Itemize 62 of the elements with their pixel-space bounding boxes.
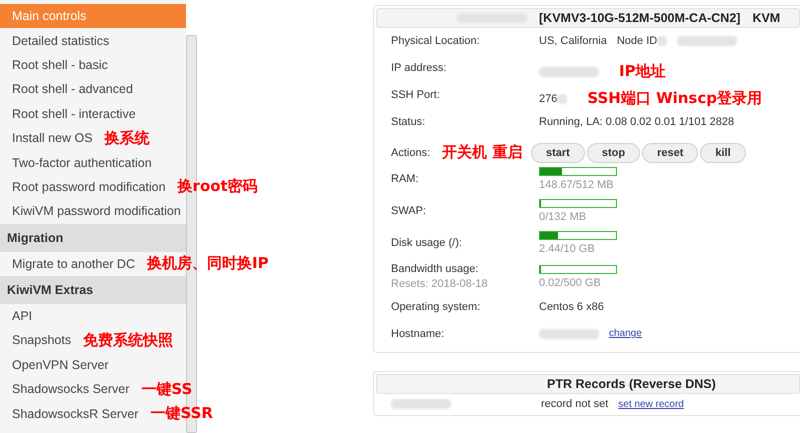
sidebar-heading: Migration (0, 224, 186, 252)
action-button[interactable]: start (531, 143, 585, 163)
action-button[interactable]: kill (700, 143, 746, 163)
field-label: Operating system: (391, 301, 480, 313)
field-value: US, California (539, 35, 607, 47)
field-label: Disk usage (/): (391, 237, 462, 249)
usage-reading: 0/132 MB (539, 211, 588, 223)
panel-title: PTR Records (Reverse DNS) (547, 377, 716, 391)
field-label: Bandwidth usage: (391, 263, 478, 275)
field-value: Node ID (616, 35, 658, 47)
annotation-text: 换系统 (104, 128, 150, 148)
sidebar-heading: KiwiVM Extras (0, 276, 186, 304)
usage-reading: 148.67/512 MB (539, 179, 615, 191)
sidebar-item[interactable]: Root shell - advanced (12, 82, 133, 96)
field-value: 276 (539, 92, 558, 104)
field-label: SWAP: (391, 205, 426, 217)
field-label: Status: (391, 116, 426, 128)
action-button[interactable]: reset (642, 143, 698, 163)
sidebar-item[interactable]: ShadowsocksR Server (12, 406, 138, 421)
annotation-text: 一键SSR (150, 404, 213, 424)
sidebar-item[interactable]: Two-factor authentication (12, 156, 152, 170)
sidebar-item[interactable]: Detailed statistics (12, 34, 110, 48)
sidebar-item[interactable]: Root password modification (12, 180, 166, 194)
field-value: Running, LA: 0.08 0.02 0.01 1/101 2828 (539, 116, 734, 128)
field-label: SSH Port: (391, 89, 440, 101)
redacted-text (677, 36, 738, 46)
reset-date: Resets: 2018-08-18 (391, 278, 489, 290)
field-label: IP address: (391, 62, 446, 74)
action-button[interactable]: stop (586, 143, 640, 163)
plan-title: [KVMV3-10G-512M-500M-CA-CN2] (539, 11, 740, 25)
sidebar-item[interactable]: Root shell - interactive (12, 106, 136, 121)
redacted-text (657, 36, 668, 46)
redacted-text (539, 66, 599, 76)
sidebar-item[interactable]: OpenVPN Server (12, 358, 109, 372)
change-link[interactable]: change (609, 328, 642, 339)
sidebar-item[interactable]: Install new OS (12, 131, 93, 146)
sidebar-item[interactable]: API (12, 309, 32, 324)
sidebar-item[interactable]: Shadowsocks Server (12, 382, 130, 396)
sidebar-item[interactable]: Snapshots (12, 333, 72, 348)
field-label: Actions: (391, 146, 430, 158)
annotation-text: 开关机 重启 (442, 143, 522, 162)
field-label: Physical Location: (391, 35, 480, 47)
redacted-text (391, 399, 451, 409)
redacted-text (557, 94, 568, 104)
annotation-text: SSH端口 Winscp登录用 (587, 89, 762, 108)
sidebar-item[interactable]: KiwiVM password modification (12, 204, 181, 218)
sidebar-item[interactable]: Migrate to another DC (12, 256, 135, 271)
field-label: Hostname: (391, 328, 444, 340)
set-record-link[interactable]: set new record (618, 398, 684, 410)
annotation-text: 免费系统快照 (83, 330, 174, 350)
annotation-text: 一键SS (141, 380, 192, 399)
annotation-text: 换机房、同时换IP (146, 254, 269, 274)
annotation-text: IP地址 (619, 62, 666, 81)
redacted-text (539, 328, 599, 338)
annotation-text: 换root密码 (178, 177, 258, 196)
usage-reading: 2.44/10 GB (539, 243, 596, 255)
field-label: RAM: (391, 173, 418, 185)
record-status: record not set (541, 398, 608, 410)
usage-reading: 0.02/500 GB (539, 276, 602, 288)
field-value: Centos 6 x86 (539, 301, 604, 313)
sidebar-item[interactable]: Root shell - basic (12, 58, 108, 72)
virtualization-type: KVM (752, 11, 780, 25)
